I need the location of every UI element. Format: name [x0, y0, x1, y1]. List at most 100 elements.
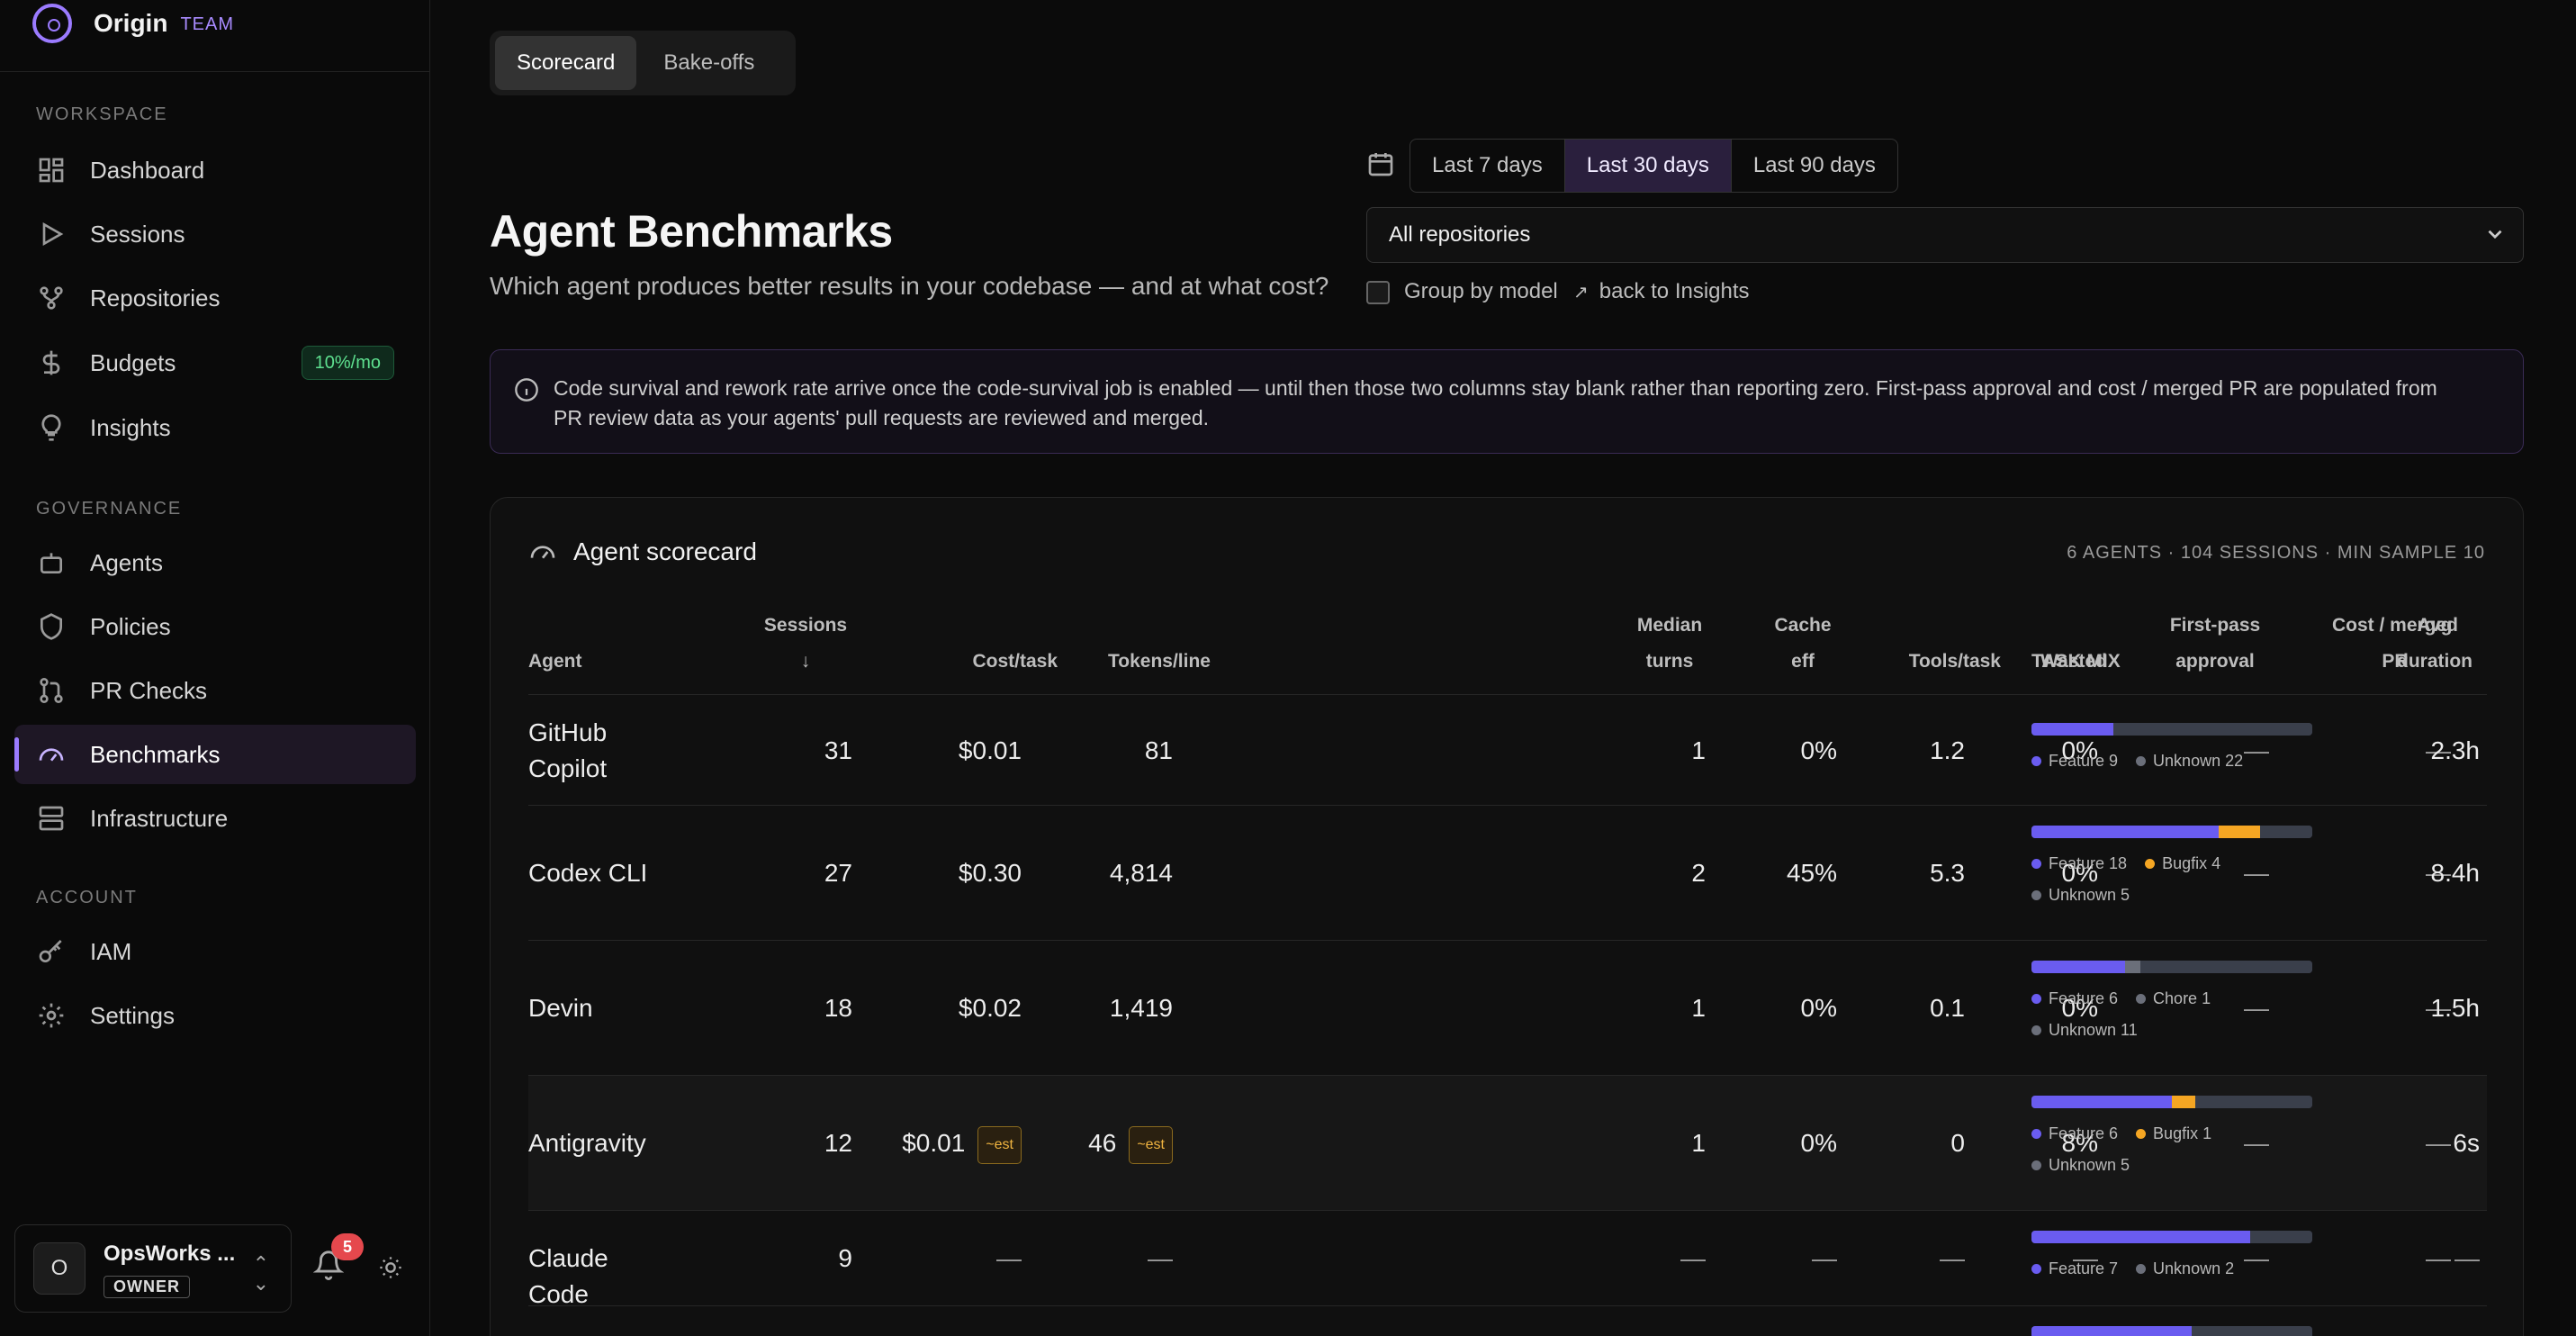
sidebar-item-label: Infrastructure [90, 804, 229, 832]
table-row[interactable]: Codex CLI 27 $0.30 4,814 2 45% 5.3 0% — —8.4h Feat… [528, 806, 2487, 941]
col-header-cache-eff[interactable]: Cache eff [1740, 608, 1866, 698]
sidebar-item-settings[interactable]: Settings [14, 986, 416, 1045]
tab-bake-offs[interactable]: Bake-offs [642, 36, 776, 90]
cell-avg-duration: 8.4h [2381, 855, 2481, 891]
cell-tokens-line: 1,419 [1022, 990, 1173, 1026]
task-mix-segment-unknown [2112, 723, 2312, 736]
cell-median-turns: 1 [1598, 1125, 1706, 1161]
table-row[interactable] [528, 1306, 2487, 1336]
range-90-days-button[interactable]: Last 90 days [1732, 140, 1897, 192]
task-mix-legend-item: Unknown 2 [2136, 1259, 2234, 1278]
section-label-governance: GOVERNANCE [36, 499, 183, 519]
cell-avg-duration: 1.5h [2381, 990, 2481, 1026]
legend-label: Feature 6 [2049, 989, 2119, 1007]
legend-label: Unknown 11 [2049, 1021, 2138, 1039]
cell-value: — [1940, 1244, 1965, 1272]
col-header-median-turns[interactable]: Median turns [1598, 608, 1742, 698]
cell-cost-task: $0.01 ~est [849, 1125, 1022, 1164]
sidebar-item-sessions[interactable]: Sessions [14, 204, 416, 264]
brand[interactable]: Origin TEAM [0, 0, 429, 72]
sort-desc-arrow-icon: ↓ [800, 651, 811, 672]
arrow-up-right-icon: ↗ [1573, 282, 1589, 302]
cell-cache-eff: — [1740, 1241, 1837, 1277]
cell-cost-task: $0.02 [849, 990, 1022, 1026]
sidebar-item-policies[interactable]: Policies [14, 597, 416, 656]
cell-cache-eff: 0% [1740, 990, 1837, 1026]
legend-label: Feature 18 [2049, 854, 2128, 872]
legend-dot-icon [2031, 1160, 2041, 1170]
sidebar-item-budgets[interactable]: Budgets 10%/mo [14, 333, 416, 393]
legend-dot-icon [2136, 1263, 2147, 1274]
cell-median-turns: — [1598, 1241, 1706, 1277]
task-mix: Feature 9 Unknown 22 [2031, 723, 2312, 771]
cell-tools-task: 1.2 [1866, 733, 1965, 769]
sidebar-item-dashboard[interactable]: Dashboard [14, 140, 416, 200]
task-mix-segment-feature [2031, 826, 2219, 838]
cell-value: — [2454, 1244, 2480, 1272]
task-mix-segment-feature [2031, 723, 2113, 736]
agent-name[interactable]: Codex CLI [528, 855, 663, 891]
cell-cost-task: — [849, 1241, 1022, 1277]
cell-tools-task: 0 [1866, 1125, 1965, 1161]
account-switcher[interactable]: O OpsWorks ... OWNER ⌃ ⌄ [14, 1224, 292, 1313]
table-row[interactable]: GitHub Copilot 31 $0.01 81 1 0% 1.2 0% — —2.3h Fea… [528, 696, 2487, 806]
legend-label: Unknown 22 [2153, 752, 2244, 770]
sidebar-item-label: Budgets [90, 348, 176, 376]
tab-scorecard[interactable]: Scorecard [495, 36, 637, 90]
task-mix-legend-item: Bugfix 4 [2145, 854, 2220, 873]
legend-dot-icon [2031, 993, 2041, 1004]
repository-select[interactable]: All repositories [1366, 207, 2524, 263]
git-pull-request-icon [36, 675, 67, 706]
group-by-model-checkbox[interactable] [1366, 281, 1390, 304]
cell-tools-task: 5.3 [1866, 855, 1965, 891]
calendar-icon [1366, 149, 1397, 180]
task-mix-segment-chore [2125, 961, 2141, 973]
key-icon [36, 936, 67, 967]
back-to-insights-link[interactable]: ↗ back to Insights [1573, 279, 1750, 304]
legend-label: Chore 1 [2153, 989, 2211, 1007]
table-row[interactable]: Antigravity 12 $0.01 ~est 46 ~est 1 0% 0 8% — —6s Fe… [528, 1076, 2487, 1211]
cell-value: 0% [1800, 994, 1837, 1022]
task-mix-bar [2031, 723, 2312, 736]
col-header-avg-duration[interactable]: Avg duration [2390, 608, 2480, 698]
table-row[interactable]: Claude Code 9— — — — — — — — — Feature 7 Unknown 2 [528, 1211, 2487, 1308]
range-7-days-button[interactable]: Last 7 days [1410, 140, 1565, 192]
col-header-avg-duration-l1: Avg [2417, 615, 2453, 636]
range-30-days-button[interactable]: Last 30 days [1564, 140, 1732, 192]
agent-name[interactable]: GitHub Copilot [528, 715, 663, 787]
cell-value: — [1680, 1244, 1706, 1272]
cell-value: 5.3 [1930, 859, 1965, 887]
sidebar-item-label: Repositories [90, 284, 221, 311]
cell-median-turns: 1 [1598, 990, 1706, 1026]
sidebar-item-insights[interactable]: Insights [14, 398, 416, 457]
task-mix [2031, 1326, 2312, 1336]
sidebar-item-label: PR Checks [90, 676, 208, 704]
cell-value: 1.5h [2430, 994, 2481, 1022]
cell-sessions: 27 [690, 855, 852, 891]
sidebar-item-iam[interactable]: IAM [14, 922, 416, 981]
scorecard-title: Agent scorecard [528, 537, 757, 566]
sidebar-item-agents[interactable]: Agents [14, 533, 416, 592]
legend-dot-icon [2031, 1128, 2041, 1139]
sidebar-item-pr-checks[interactable]: PR Checks [14, 661, 416, 720]
cell-value: 0 [1950, 1129, 1965, 1157]
table-row[interactable]: Devin 18 $0.02 1,419 1 0% 0.1 0% — —1.5h Feature 6… [528, 941, 2487, 1076]
sidebar-item-repositories[interactable]: Repositories [14, 268, 416, 328]
col-header-sessions[interactable]: Sessions ↓ [690, 608, 921, 698]
cell-sessions: 9 [690, 1241, 852, 1277]
agent-name[interactable]: Claude Code [528, 1241, 663, 1313]
cell-value: 1,419 [1109, 994, 1173, 1022]
sidebar-item-benchmarks[interactable]: Benchmarks [14, 725, 416, 784]
agent-scorecard-card: Agent scorecard 6 AGENTS · 104 SESSIONS … [490, 497, 2524, 1336]
sidebar-item-infrastructure[interactable]: Infrastructure [14, 789, 416, 848]
cell-value: 2 [1691, 859, 1706, 887]
agent-name[interactable]: Devin [528, 990, 663, 1026]
section-label-workspace: WORKSPACE [36, 104, 168, 124]
theme-toggle-sun-icon[interactable] [378, 1255, 405, 1282]
task-mix-legend-item: Feature 18 [2031, 854, 2127, 873]
agent-name[interactable]: Antigravity [528, 1125, 663, 1161]
task-mix: Feature 18 Bugfix 4 Unknown 5 [2031, 826, 2312, 905]
legend-label: Bugfix 1 [2153, 1124, 2212, 1142]
cell-tokens-line: 81 [1022, 733, 1173, 769]
task-mix-segment-unknown [2195, 1096, 2312, 1108]
